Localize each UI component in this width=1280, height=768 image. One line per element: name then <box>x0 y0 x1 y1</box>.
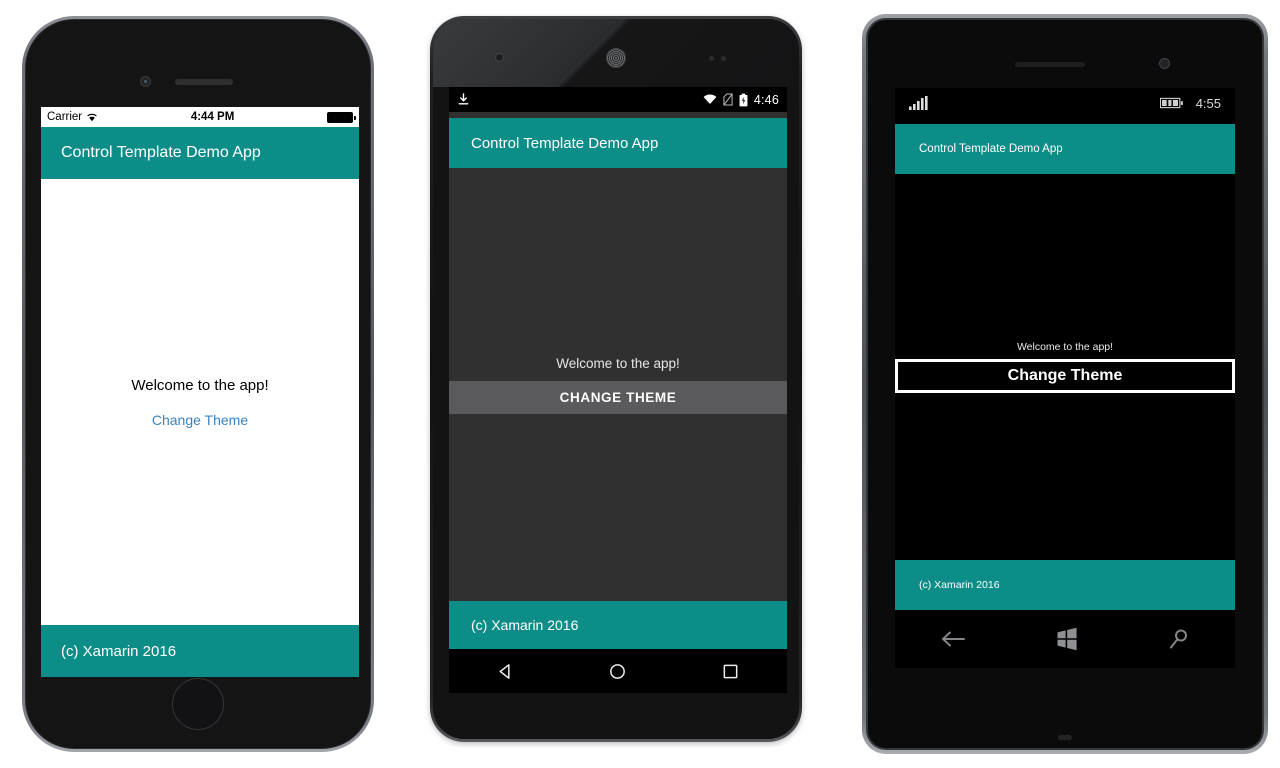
recents-square-icon[interactable] <box>721 662 740 681</box>
copyright-label: (c) Xamarin 2016 <box>61 642 177 660</box>
front-camera-icon <box>1159 58 1170 69</box>
back-triangle-icon[interactable] <box>496 662 515 681</box>
windows-phone-screen: 4:55 Control Template Demo App Welcome t… <box>895 88 1235 668</box>
earpiece-speaker <box>175 79 233 85</box>
welcome-label: Welcome to the app! <box>131 376 269 394</box>
iphone-mute-switch[interactable] <box>25 140 26 162</box>
windows-navigation-bar <box>895 610 1235 668</box>
winphone-side-button[interactable] <box>1262 346 1264 370</box>
download-icon <box>457 93 470 106</box>
android-screen: 4:46 Control Template Demo App Welcome t… <box>449 87 787 693</box>
app-header-windows: Control Template Demo App <box>895 124 1235 174</box>
app-title: Control Template Demo App <box>919 143 1063 155</box>
app-header-android: Control Template Demo App <box>449 118 787 168</box>
wifi-icon <box>703 94 717 105</box>
windows-clock: 4:55 <box>1195 95 1221 111</box>
change-theme-button[interactable]: Change Theme <box>152 412 248 428</box>
windows-phone-device-frame: 4:55 Control Template Demo App Welcome t… <box>862 14 1268 754</box>
back-arrow-icon[interactable] <box>940 629 966 649</box>
winphone-side-button[interactable] <box>1262 180 1264 204</box>
wifi-icon <box>86 112 98 122</box>
earpiece-speaker <box>606 48 626 68</box>
sensor-dot <box>709 56 714 61</box>
app-header-ios: Control Template Demo App <box>41 127 359 179</box>
ios-status-right <box>327 111 356 123</box>
ios-status-bar: Carrier 4:44 PM <box>41 107 359 127</box>
home-button[interactable] <box>172 678 224 730</box>
iphone-power-button[interactable] <box>370 175 371 231</box>
battery-full-icon <box>327 111 356 123</box>
search-icon[interactable] <box>1168 628 1190 650</box>
iphone-body: Carrier 4:44 PM Control Template Demo Ap… <box>25 19 371 749</box>
windows-phone-body: 4:55 Control Template Demo App Welcome t… <box>866 18 1264 750</box>
copyright-label: (c) Xamarin 2016 <box>471 617 579 633</box>
front-camera-icon <box>140 76 151 87</box>
iphone-volume-down-button[interactable] <box>25 233 26 273</box>
app-content-android: Welcome to the app! CHANGE THEME <box>449 168 787 601</box>
proximity-sensors <box>709 56 747 61</box>
welcome-label: Welcome to the app! <box>556 355 680 371</box>
app-footer-android: (c) Xamarin 2016 <box>449 601 787 649</box>
sensor-dot <box>721 56 726 61</box>
copyright-label: (c) Xamarin 2016 <box>919 579 1000 591</box>
welcome-label: Welcome to the app! <box>1016 341 1114 353</box>
iphone-volume-up-button[interactable] <box>25 183 26 223</box>
winphone-side-button[interactable] <box>1262 402 1264 426</box>
ios-status-left: Carrier <box>47 111 98 123</box>
winphone-side-button[interactable] <box>1262 654 1264 680</box>
app-title: Control Template Demo App <box>471 134 659 152</box>
change-theme-button[interactable]: Change Theme <box>895 359 1235 393</box>
windows-status-bar: 4:55 <box>895 88 1235 118</box>
android-navigation-bar <box>449 649 787 693</box>
winphone-left-button[interactable] <box>866 60 868 86</box>
windows-status-right: 4:55 <box>1159 95 1221 111</box>
battery-icon <box>1159 97 1184 109</box>
android-status-right: 4:46 <box>703 93 779 107</box>
app-content-windows: Welcome to the app! Change Theme <box>895 174 1235 560</box>
winphone-side-button[interactable] <box>1262 290 1264 314</box>
windows-logo-icon[interactable] <box>1055 627 1079 651</box>
change-theme-button[interactable]: CHANGE THEME <box>449 380 787 414</box>
signal-bars-icon <box>909 96 929 110</box>
android-status-bar: 4:46 <box>449 87 787 112</box>
app-footer-ios: (c) Xamarin 2016 <box>41 625 359 677</box>
microphone-hole <box>1058 735 1072 740</box>
ios-clock: 4:44 PM <box>190 111 235 123</box>
app-content-ios: Welcome to the app! Change Theme <box>41 179 359 625</box>
earpiece-speaker <box>1015 62 1085 67</box>
battery-charging-icon <box>739 93 748 107</box>
iphone-screen: Carrier 4:44 PM Control Template Demo Ap… <box>41 107 359 677</box>
home-circle-icon[interactable] <box>608 662 627 681</box>
android-body: 4:46 Control Template Demo App Welcome t… <box>433 19 799 739</box>
no-sim-icon <box>723 93 733 106</box>
device-comparison-stage: Carrier 4:44 PM Control Template Demo Ap… <box>0 0 1280 768</box>
iphone-device-frame: Carrier 4:44 PM Control Template Demo Ap… <box>22 16 374 752</box>
front-camera-icon <box>495 53 504 62</box>
app-footer-windows: (c) Xamarin 2016 <box>895 560 1235 610</box>
android-clock: 4:46 <box>753 92 779 107</box>
android-device-frame: 4:46 Control Template Demo App Welcome t… <box>430 16 802 742</box>
winphone-side-button[interactable] <box>1262 612 1264 648</box>
app-title: Control Template Demo App <box>61 144 261 161</box>
carrier-label: Carrier <box>47 111 83 123</box>
